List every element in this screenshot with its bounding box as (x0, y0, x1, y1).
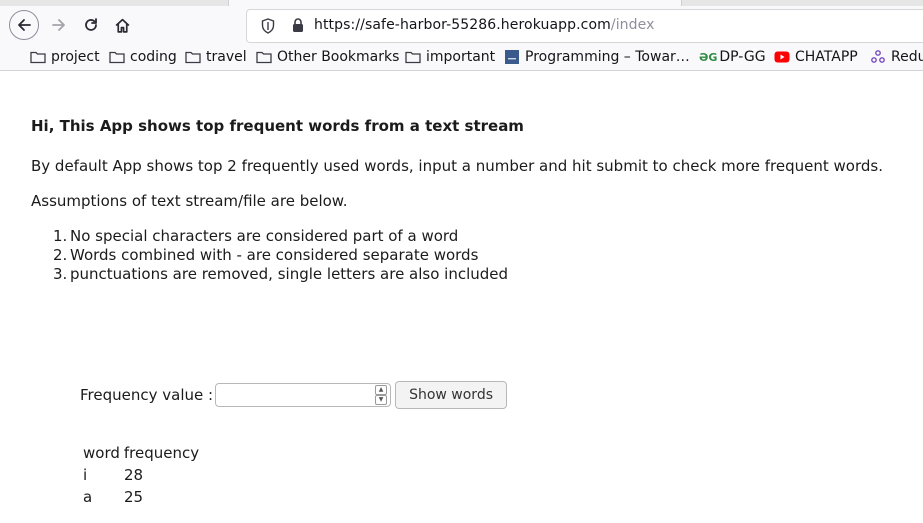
list-number: 2. (53, 246, 68, 264)
list-number: 1. (53, 227, 68, 245)
header-word: word (83, 444, 120, 462)
table-row: i 28 (83, 464, 199, 486)
list-text: Words combined with - are considered sep… (70, 246, 479, 264)
back-button[interactable] (9, 10, 39, 40)
list-text: No special characters are considered par… (70, 227, 459, 245)
cell-frequency: 25 (124, 488, 144, 506)
bookmark-project[interactable]: project (30, 48, 100, 66)
bookmark-label: Redu (891, 49, 923, 65)
bookmark-label: travel (206, 49, 247, 65)
bookmark-label: coding (130, 49, 177, 65)
frequency-table: word frequency i 28 a 25 (83, 442, 199, 508)
home-button[interactable] (108, 11, 136, 39)
youtube-favicon-icon (774, 51, 790, 63)
bookmark-important[interactable]: important (405, 48, 495, 66)
list-item: 1. No special characters are considered p… (53, 227, 508, 246)
reload-icon (85, 18, 97, 31)
bookmark-label: CHATAPP (795, 49, 858, 65)
bookmark-label: important (426, 49, 496, 65)
frequency-input[interactable] (215, 383, 392, 407)
reload-button[interactable] (77, 11, 105, 39)
frequency-form: Frequency value : ▲ ▼ Show words (80, 381, 507, 409)
spin-up-icon[interactable]: ▲ (375, 385, 388, 395)
folder-icon (109, 50, 125, 64)
redux-favicon-icon (870, 49, 886, 65)
bookmarks-toolbar: project coding travel Other Bookmarks im… (0, 44, 923, 71)
folder-icon (256, 50, 272, 64)
show-words-button[interactable]: Show words (395, 381, 507, 409)
list-number: 3. (53, 265, 68, 283)
cell-frequency: 28 (124, 466, 144, 484)
folder-icon (30, 50, 46, 64)
bookmark-programming-towards[interactable]: Programming – Towar… (504, 48, 690, 66)
table-header: word frequency (83, 442, 199, 464)
shield-icon[interactable] (261, 18, 275, 34)
list-text: punctuations are removed, single letters… (70, 265, 509, 283)
bookmark-label: DP-GG (719, 49, 766, 65)
bookmark-label: Other Bookmarks (277, 49, 400, 65)
page-heading: Hi, This App shows top frequent words fr… (31, 117, 524, 135)
bookmark-other-bookmarks[interactable]: Other Bookmarks (256, 48, 399, 66)
bookmark-travel[interactable]: travel (185, 48, 247, 66)
bookmark-coding[interactable]: coding (109, 48, 177, 66)
back-arrow-icon (18, 19, 31, 31)
folder-icon (185, 50, 201, 64)
lock-icon[interactable] (291, 17, 305, 33)
bookmark-dp-gg[interactable]: ƏG DP-GG (699, 48, 766, 66)
bookmark-label: Programming – Towar… (525, 49, 690, 65)
url-host: https://safe-harbor-55286.herokuapp.com (314, 17, 611, 33)
frequency-label: Frequency value : (80, 386, 214, 404)
navigation-toolbar: https://safe-harbor-55286.herokuapp.com/… (0, 6, 923, 44)
assumptions-list: 1. No special characters are considered p… (53, 227, 508, 284)
url-text: https://safe-harbor-55286.herokuapp.com/… (314, 17, 655, 33)
table-row: a 25 (83, 486, 199, 508)
towards-favicon-icon (504, 49, 520, 65)
geeksforgeeks-favicon-icon: ƏG (699, 50, 718, 64)
cell-word: a (83, 488, 93, 506)
address-bar[interactable]: https://safe-harbor-55286.herokuapp.com/… (246, 9, 923, 43)
header-frequency: frequency (123, 444, 200, 462)
bookmark-redu[interactable]: Redu (870, 48, 923, 66)
cell-word: i (83, 466, 88, 484)
assumptions-title: Assumptions of text stream/file are belo… (31, 192, 348, 210)
url-path: /index (610, 17, 655, 33)
bookmark-label: project (51, 49, 100, 65)
list-item: 2. Words combined with - are considered s… (53, 246, 508, 265)
number-spinner[interactable]: ▲ ▼ (375, 385, 388, 405)
forward-button[interactable] (45, 11, 73, 39)
bookmark-chatapp[interactable]: CHATAPP (774, 48, 858, 66)
home-icon (115, 18, 129, 33)
spin-down-icon[interactable]: ▼ (375, 395, 388, 405)
folder-icon (405, 50, 421, 64)
forward-arrow-icon (52, 19, 65, 31)
intro-text: By default App shows top 2 frequently us… (31, 157, 883, 175)
list-item: 3. punctuations are removed, single lette… (53, 265, 508, 284)
